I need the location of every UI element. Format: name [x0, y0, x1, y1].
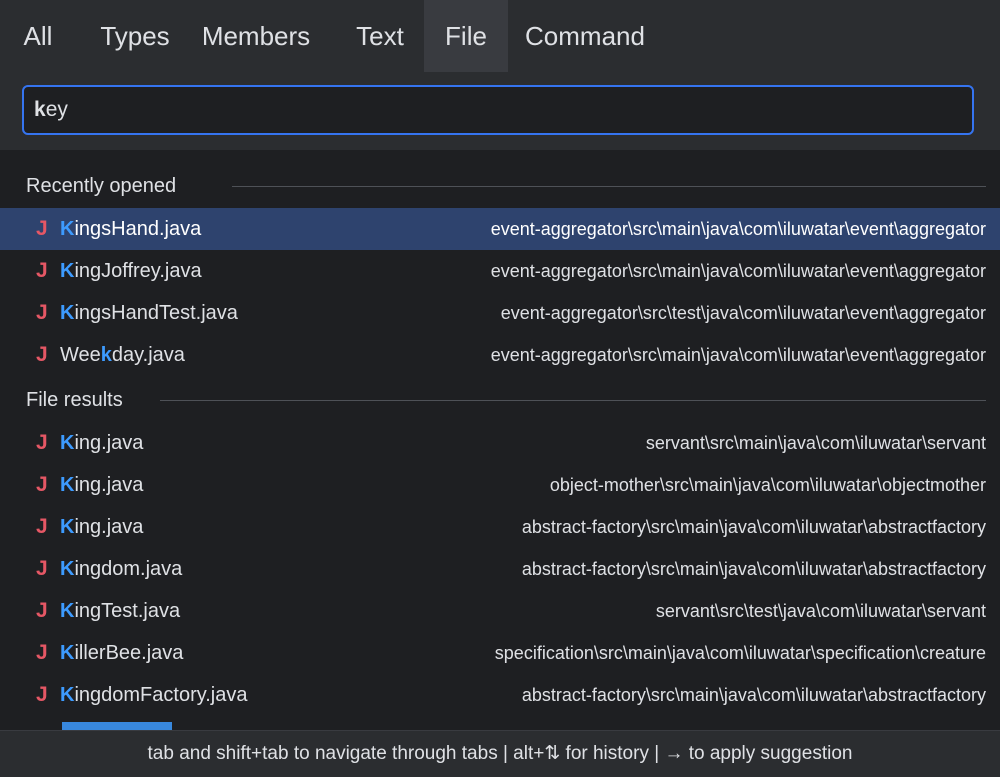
match-highlight: K — [60, 302, 75, 324]
match-highlight: K — [60, 218, 75, 240]
file-name: KingdomFactory.java — [60, 684, 248, 706]
java-file-icon: J — [36, 473, 48, 496]
java-file-icon: J — [36, 259, 48, 282]
search-input-value: key — [34, 98, 68, 121]
search-input[interactable]: key — [22, 85, 974, 135]
file-path: servant\src\main\java\com\iluwatar\serva… — [645, 433, 986, 453]
section-divider — [232, 186, 986, 187]
file-path: event-aggregator\src\main\java\com\iluwa… — [490, 345, 986, 365]
tab-members[interactable]: Members — [192, 0, 320, 72]
tab-command[interactable]: Command — [510, 0, 660, 72]
tab-text[interactable]: Text — [340, 0, 420, 72]
file-result-row[interactable]: J KingdomFactory.java abstract-factory\src… — [0, 674, 1000, 716]
file-result-row[interactable]: J KingTest.java servant\src\test\java\com\… — [0, 590, 1000, 632]
file-result-row[interactable]: J King.java servant\src\main\java\com\iluw… — [0, 422, 1000, 464]
file-path: event-aggregator\src\main\java\com\iluwa… — [490, 219, 986, 239]
file-path: object-mother\src\main\java\com\iluwatar… — [549, 475, 986, 495]
list-item-partial[interactable] — [0, 720, 1000, 730]
file-name: KingsHand.java — [60, 218, 202, 240]
java-file-icon: J — [36, 343, 48, 366]
match-highlight: K — [60, 260, 75, 282]
tab-types[interactable]: Types — [80, 0, 190, 72]
match-highlight: K — [60, 558, 75, 580]
file-result-row[interactable]: J KingsHand.java event-aggregator\src\main… — [0, 208, 1000, 250]
partial-row-text — [62, 722, 172, 730]
file-path: specification\src\main\java\com\iluwatar… — [494, 643, 986, 663]
java-file-icon: J — [36, 515, 48, 538]
hint-bar: tab and shift+tab to navigate through ta… — [0, 730, 1000, 777]
file-name: KingTest.java — [60, 600, 181, 622]
tab-bar: All Types Members Text File Command — [0, 0, 1000, 72]
match-highlight: k — [100, 344, 112, 366]
match-highlight: K — [60, 642, 75, 664]
match-highlight: K — [60, 684, 75, 706]
java-file-icon: J — [36, 557, 48, 580]
tab-file[interactable]: File — [424, 0, 508, 72]
file-path: event-aggregator\src\main\java\com\iluwa… — [490, 261, 986, 281]
file-path: event-aggregator\src\test\java\com\iluwa… — [500, 303, 986, 323]
match-highlight: K — [60, 516, 75, 538]
section-file-results: File results — [0, 382, 1000, 418]
file-result-row[interactable]: J KingJoffrey.java event-aggregator\src\ma… — [0, 250, 1000, 292]
match-highlight: K — [60, 600, 75, 622]
file-name: King.java — [60, 474, 144, 496]
file-result-row[interactable]: J Kingdom.java abstract-factory\src\main\j… — [0, 548, 1000, 590]
match-highlight: K — [60, 474, 75, 496]
file-name: King.java — [60, 516, 144, 538]
section-divider — [160, 400, 986, 401]
java-file-icon: J — [36, 683, 48, 706]
file-result-row[interactable]: J KillerBee.java specification\src\main\ja… — [0, 632, 1000, 674]
section-title: File results — [26, 389, 123, 411]
file-name: KingJoffrey.java — [60, 260, 202, 282]
file-name: KingsHandTest.java — [60, 302, 238, 324]
file-result-row[interactable]: J Weekday.java event-aggregator\src\main\j… — [0, 334, 1000, 376]
file-result-row[interactable]: J KingsHandTest.java event-aggregator\src\… — [0, 292, 1000, 334]
file-name: Kingdom.java — [60, 558, 183, 580]
section-recently-opened: Recently opened — [0, 168, 1000, 204]
file-path: abstract-factory\src\main\java\com\iluwa… — [521, 685, 986, 705]
match-highlight: K — [60, 432, 75, 454]
java-file-icon: J — [36, 217, 48, 240]
file-path: servant\src\test\java\com\iluwatar\serva… — [655, 601, 986, 621]
java-file-icon: J — [36, 301, 48, 324]
file-result-row[interactable]: J King.java object-mother\src\main\java\co… — [0, 464, 1000, 506]
file-name: KillerBee.java — [60, 642, 184, 664]
java-file-icon: J — [36, 599, 48, 622]
file-result-row[interactable]: J King.java abstract-factory\src\main\java… — [0, 506, 1000, 548]
file-name: Weekday.java — [60, 344, 185, 366]
file-path: abstract-factory\src\main\java\com\iluwa… — [521, 559, 986, 579]
file-path: abstract-factory\src\main\java\com\iluwa… — [521, 517, 986, 537]
tab-all[interactable]: All — [8, 0, 68, 72]
section-title: Recently opened — [26, 175, 177, 197]
java-file-icon: J — [36, 431, 48, 454]
java-file-icon: J — [36, 641, 48, 664]
file-name: King.java — [60, 432, 144, 454]
